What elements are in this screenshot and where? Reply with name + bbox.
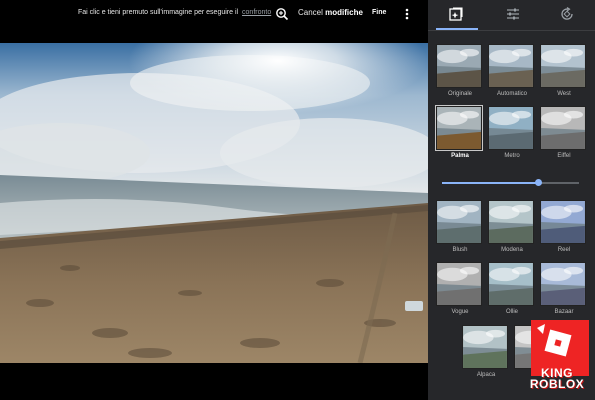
filter-automatico[interactable]: Automatico [488, 44, 536, 97]
more-vert-icon[interactable] [400, 6, 414, 22]
filter-thumbnail [540, 106, 586, 150]
filter-label: Metro [504, 153, 520, 159]
compare-link[interactable]: confronto [242, 9, 271, 16]
filter-vogue[interactable]: Vogue [436, 262, 484, 315]
logo-line2: ROBLOX [529, 377, 585, 391]
filter-blush[interactable]: Blush [436, 200, 484, 253]
slider-knob[interactable] [534, 179, 542, 186]
photo-canvas[interactable] [0, 43, 428, 363]
filter-label: Eiffel [557, 153, 571, 159]
filter-label: Bazaar [554, 309, 574, 315]
top-toolbar: Fai clic e tieni premuto sull'immagine p… [0, 0, 428, 30]
filter-thumbnail [435, 105, 483, 151]
filter-thumbnail [540, 44, 586, 88]
filter-label: Alpaca [476, 372, 496, 378]
filter-label: Palma [451, 153, 469, 159]
filter-thumbnail [540, 262, 586, 306]
filter-alpaca[interactable]: Alpaca [462, 325, 510, 378]
filter-palma[interactable]: Palma [435, 105, 484, 159]
tab-divider [428, 30, 595, 31]
filter-thumbnail [436, 200, 482, 244]
filter-label: Vogue [451, 309, 469, 315]
zoom-in-icon[interactable] [274, 6, 290, 22]
tab-crop-rotate[interactable] [559, 6, 575, 22]
filter-label: Reel [557, 247, 571, 253]
filter-label: Automatico [496, 91, 527, 97]
compare-hint: Fai clic e tieni premuto sull'immagine p… [78, 9, 271, 16]
logo-text: KING ROBLOX [521, 367, 593, 391]
filter-thumbnail [462, 325, 508, 369]
cancel-label: modifiche [325, 8, 363, 17]
compare-hint-text: Fai clic e tieni premuto sull'immagine p… [78, 9, 239, 16]
filter-label: Ollie [505, 309, 518, 315]
filter-thumbnail [488, 106, 534, 150]
filter-eiffel[interactable]: Eiffel [540, 106, 588, 159]
filter-modena[interactable]: Modena [488, 200, 536, 253]
filter-thumbnail [436, 262, 482, 306]
filter-label: Modena [501, 247, 523, 253]
filter-thumbnail [436, 44, 482, 88]
cancel-prefix: Cancel [298, 8, 323, 17]
filter-west[interactable]: West [540, 44, 588, 97]
photo-filter-icon [449, 7, 463, 21]
filter-label: West [557, 91, 571, 97]
done-button[interactable]: Fine [372, 9, 386, 16]
filter-label: Originale [447, 91, 472, 97]
filter-metro[interactable]: Metro [488, 106, 536, 159]
tab-adjust[interactable] [505, 6, 521, 22]
king-roblox-logo: KING ROBLOX [521, 320, 593, 398]
filter-thumbnail [488, 44, 534, 88]
sliders-icon [507, 8, 519, 20]
filter-reel[interactable]: Reel [540, 200, 588, 253]
intensity-slider[interactable] [442, 178, 579, 188]
rotate-icon [561, 7, 573, 20]
filter-thumbnail [488, 200, 534, 244]
filter-ollie[interactable]: Ollie [488, 262, 536, 315]
tab-filters[interactable] [448, 6, 464, 22]
filter-thumbnail [488, 262, 534, 306]
filter-originale[interactable]: Originale [436, 44, 484, 97]
filter-label: Blush [452, 247, 468, 253]
slider-fill [442, 182, 538, 184]
filter-thumbnail [540, 200, 586, 244]
filter-bazaar[interactable]: Bazaar [540, 262, 588, 315]
cancel-edits-button[interactable]: Cancel modifiche [298, 8, 363, 17]
